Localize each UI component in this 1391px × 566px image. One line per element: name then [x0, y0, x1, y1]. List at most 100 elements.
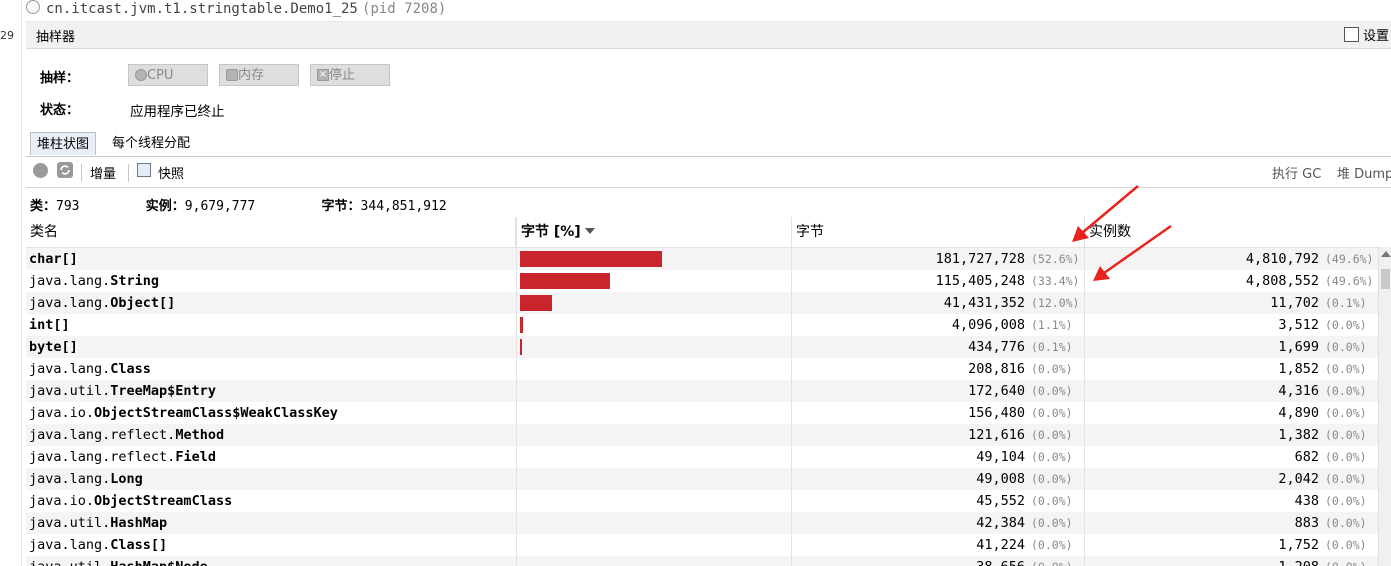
instances-percent: (0.0%): [1325, 406, 1367, 420]
column-bytes-percent[interactable]: 字节 [%]: [516, 217, 792, 247]
process-status-icon: [26, 0, 40, 14]
table-row[interactable]: java.io.ObjectStreamClass$WeakClassKey 15…: [26, 402, 1378, 424]
instances-cell: 1,208 (0.0%): [1085, 556, 1378, 566]
heap-dump-button[interactable]: 堆 Dump: [1337, 163, 1391, 182]
settings-label: 设置: [1362, 29, 1389, 44]
table-header: 类名 字节 [%] 字节 实例数: [26, 217, 1378, 248]
bytes-cell: 434,776 (0.1%): [792, 336, 1085, 358]
bytes-percent: (0.0%): [1031, 384, 1073, 398]
cpu-button-label: CPU: [147, 68, 174, 83]
instances-cell: 4,808,552 (49.6%): [1085, 270, 1378, 292]
bytes-percent: (0.0%): [1031, 556, 1079, 566]
table-row[interactable]: java.lang.reflect.Field 49,104 (0.0%) 682 (0…: [26, 446, 1378, 468]
bytes-percent-bar: [520, 339, 522, 355]
tab-per-thread-allocation[interactable]: 每个线程分配: [106, 132, 196, 155]
table-row[interactable]: char[] 181,727,728 (52.6%) 4,810,792 (49.6%): [26, 248, 1378, 270]
class-name-cell: java.lang.reflect.Method: [26, 424, 516, 446]
perform-gc-button[interactable]: 执行 GC: [1272, 163, 1321, 182]
column-bytes-percent-label: 字节 [%]: [521, 224, 581, 240]
class-name-cell: char[]: [26, 248, 516, 270]
class-package: java.lang.: [29, 537, 111, 553]
table-row[interactable]: java.lang.Long 49,008 (0.0%) 2,042 (0.0%): [26, 468, 1378, 490]
bytes-cell: 156,480 (0.0%): [792, 402, 1085, 424]
class-package: java.io.: [29, 405, 95, 421]
delta-button[interactable]: 增量: [90, 163, 116, 182]
table-row[interactable]: java.io.ObjectStreamClass 45,552 (0.0%) 438…: [26, 490, 1378, 512]
table-row[interactable]: java.util.TreeMap$Entry 172,640 (0.0%) 4,31…: [26, 380, 1378, 402]
table-row[interactable]: java.util.HashMap$Node 38,656 (0.0%) 1,208 (…: [26, 556, 1378, 566]
snapshot-button[interactable]: 快照: [158, 163, 184, 182]
class-package: java.lang.reflect.: [29, 427, 176, 443]
class-name-cell: java.lang.reflect.Field: [26, 446, 516, 468]
instances-percent: (0.0%): [1325, 538, 1367, 552]
refresh-icon[interactable]: [57, 162, 73, 178]
bytes-value: 434,776: [968, 339, 1025, 355]
instances-cell: 1,752 (0.0%): [1085, 534, 1378, 556]
instances-value: 3,512: [1278, 317, 1319, 333]
settings-toggle[interactable]: 设置: [1343, 25, 1389, 44]
class-simple-name: String: [110, 273, 160, 289]
bytes-cell: 172,640 (0.0%): [792, 380, 1085, 402]
bytes-bar-cell: [516, 402, 792, 424]
instances-value: 1,752: [1278, 537, 1319, 553]
class-simple-name: TreeMap$Entry: [110, 383, 216, 399]
table-row[interactable]: java.lang.String 115,405,248 (33.4%) 4,808,…: [26, 270, 1378, 292]
toolbar-separator: [81, 164, 82, 182]
stop-button[interactable]: × 停止: [310, 64, 390, 86]
instances-value: 4,810,792: [1245, 251, 1319, 267]
instances-percent: (49.6%): [1325, 252, 1374, 266]
sampler-header-label: 抽样器: [36, 30, 76, 45]
scrollbar-thumb[interactable]: [1381, 269, 1390, 289]
column-class-name[interactable]: 类名: [26, 217, 516, 247]
bytes-percent: (0.0%): [1031, 362, 1073, 376]
status-label: 状态：: [40, 103, 80, 118]
stop-icon: ×: [317, 69, 329, 81]
bytes-value: 208,816: [968, 361, 1025, 377]
vertical-scrollbar[interactable]: [1378, 247, 1391, 566]
class-simple-name: Field: [175, 449, 216, 465]
bytes-cell: 208,816 (0.0%): [792, 358, 1085, 380]
scroll-up-icon[interactable]: [1381, 251, 1391, 257]
bytes-bar-cell: [516, 270, 792, 292]
class-name-cell: java.io.ObjectStreamClass: [26, 490, 516, 512]
class-simple-name: char[]: [29, 251, 78, 267]
table-row[interactable]: byte[] 434,776 (0.1%) 1,699 (0.0%): [26, 336, 1378, 358]
bytes-percent: (0.0%): [1031, 472, 1073, 486]
bytes-bar-cell: [516, 556, 792, 566]
column-bytes[interactable]: 字节: [792, 217, 1085, 247]
bytes-cell: 49,104 (0.0%): [792, 446, 1085, 468]
instances-value: 1,699: [1278, 339, 1319, 355]
column-instances[interactable]: 实例数: [1085, 217, 1378, 247]
instances-value: 1,208: [1278, 559, 1319, 566]
class-name-cell: java.util.TreeMap$Entry: [26, 380, 516, 402]
settings-checkbox[interactable]: [1343, 27, 1359, 42]
pause-icon[interactable]: [33, 163, 48, 178]
class-name-cell: java.lang.String: [26, 270, 516, 292]
class-package: java.util.: [29, 383, 111, 399]
bytes-percent: (0.0%): [1031, 406, 1073, 420]
table-row[interactable]: java.lang.reflect.Method 121,616 (0.0%) 1,3…: [26, 424, 1378, 446]
instances-cell: 438 (0.0%): [1085, 490, 1378, 512]
instances-value: 9,679,777: [184, 199, 256, 214]
table-row[interactable]: java.lang.Class 208,816 (0.0%) 1,852 (0.0%): [26, 358, 1378, 380]
bytes-cell: 42,384 (0.0%): [792, 512, 1085, 534]
snapshot-icon[interactable]: [137, 163, 151, 177]
memory-button[interactable]: 内存: [219, 64, 299, 86]
table-row[interactable]: java.lang.Object[] 41,431,352 (12.0%) 11,70…: [26, 292, 1378, 314]
bytes-cell: 41,224 (0.0%): [792, 534, 1085, 556]
bytes-percent: (0.0%): [1031, 538, 1073, 552]
bytes-bar-cell: [516, 248, 792, 270]
instances-value: 1,852: [1278, 361, 1319, 377]
cpu-button[interactable]: CPU: [128, 64, 208, 86]
instances-cell: 3,512 (0.0%): [1085, 314, 1378, 336]
table-row[interactable]: java.lang.Class[] 41,224 (0.0%) 1,752 (0.0%): [26, 534, 1378, 556]
instances-percent: (0.0%): [1325, 450, 1367, 464]
instances-percent: (0.1%): [1325, 296, 1367, 310]
table-row[interactable]: java.util.HashMap 42,384 (0.0%) 883 (0.0%): [26, 512, 1378, 534]
instances-cell: 2,042 (0.0%): [1085, 468, 1378, 490]
class-name-cell: java.lang.Object[]: [26, 292, 516, 314]
table-row[interactable]: int[] 4,096,008 (1.1%) 3,512 (0.0%): [26, 314, 1378, 336]
class-name-cell: int[]: [26, 314, 516, 336]
bytes-bar-cell: [516, 336, 792, 358]
tab-heap-histogram[interactable]: 堆柱状图: [30, 132, 97, 155]
